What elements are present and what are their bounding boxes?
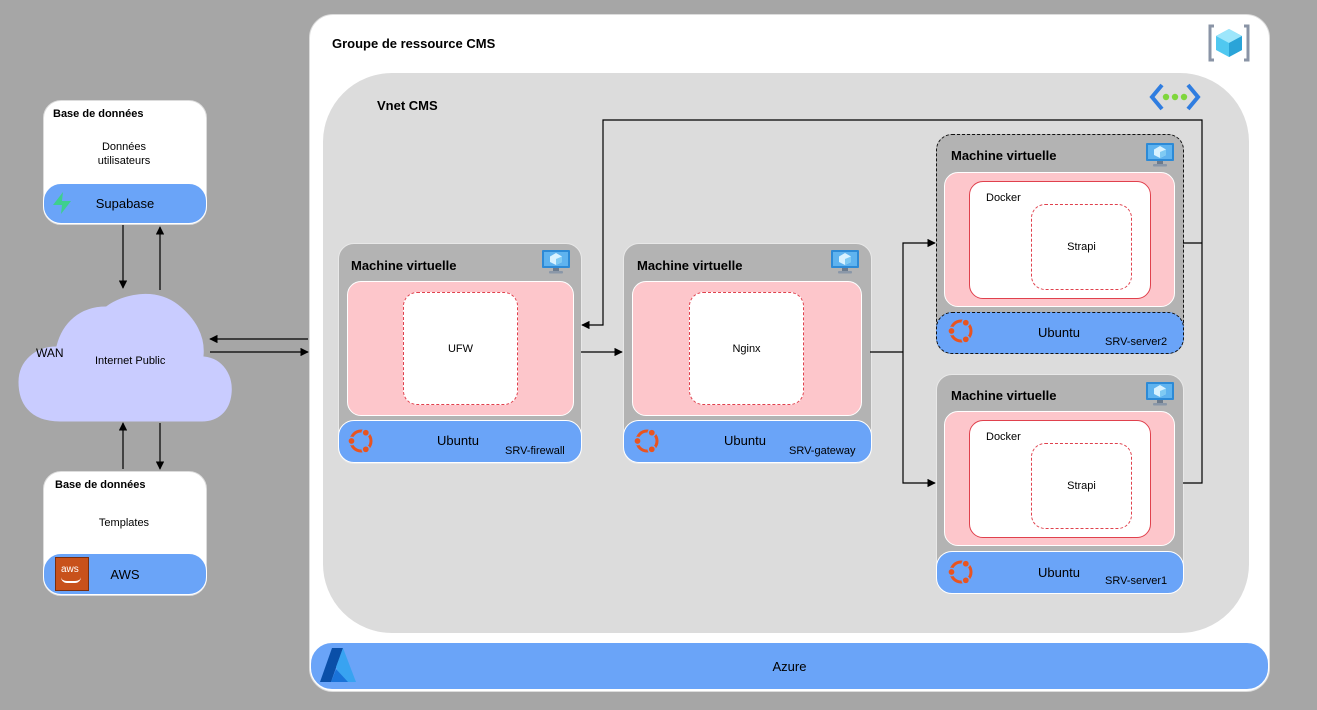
vm-server1-title: Machine virtuelle	[951, 388, 1057, 403]
vm-server1-server-name: SRV-server1	[1105, 575, 1168, 587]
supabase-icon	[53, 192, 71, 214]
db-aws-description: Templates	[98, 517, 150, 529]
docker-label-server1: Docker	[986, 431, 1021, 443]
resource-group-title: Groupe de ressource CMS	[332, 36, 496, 51]
db-aws-title: Base de données	[55, 479, 146, 491]
vm-server1-os-label: Ubuntu	[1038, 565, 1080, 580]
vm-firewall-os-label: Ubuntu	[437, 433, 479, 448]
azure-bar: Azure	[310, 642, 1269, 690]
ubuntu-icon	[947, 559, 973, 585]
vm-gateway-server-name: SRV-gateway	[789, 445, 856, 457]
resource-group-icon	[1208, 24, 1250, 62]
ubuntu-icon	[347, 428, 373, 454]
ubuntu-icon	[947, 318, 973, 344]
virtual-machine-icon	[542, 250, 570, 274]
vm-firewall-title: Machine virtuelle	[351, 258, 457, 273]
strapi-label-server1: Strapi	[1067, 480, 1096, 492]
aws-service-label: AWS	[110, 566, 140, 582]
strapi-box-server2: Strapi	[1031, 204, 1132, 290]
azure-icon	[320, 648, 356, 682]
vm-server2-os-label: Ubuntu	[1038, 325, 1080, 340]
vm-gateway-title: Machine virtuelle	[637, 258, 743, 273]
wan-label: WAN	[36, 346, 64, 360]
vnet-icon	[1149, 83, 1201, 111]
vm-server2-title: Machine virtuelle	[951, 148, 1057, 163]
nginx-label: Nginx	[732, 342, 761, 355]
aws-icon: aws	[55, 557, 89, 591]
azure-label: Azure	[772, 658, 807, 674]
strapi-label-server2: Strapi	[1067, 241, 1096, 253]
vnet-title: Vnet CMS	[377, 98, 438, 113]
ufw-label: UFW	[447, 342, 474, 355]
ufw-box: UFW	[403, 292, 518, 405]
strapi-box-server1: Strapi	[1031, 443, 1132, 529]
docker-label-server2: Docker	[986, 192, 1021, 204]
vm-firewall-server-name: SRV-firewall	[505, 445, 565, 457]
vm-server2-server-name: SRV-server2	[1105, 336, 1168, 348]
virtual-machine-icon	[1146, 143, 1174, 167]
aws-logo-text: aws	[61, 564, 79, 575]
db-supabase-title: Base de données	[53, 108, 144, 120]
vm-gateway-os-label: Ubuntu	[724, 433, 766, 448]
supabase-service-label: Supabase	[95, 196, 155, 211]
db-supabase-description: Données utilisateurs	[97, 141, 151, 167]
internet-public-label: Internet Public	[95, 355, 166, 367]
nginx-box: Nginx	[689, 292, 804, 405]
virtual-machine-icon	[831, 250, 859, 274]
ubuntu-icon	[633, 428, 659, 454]
virtual-machine-icon	[1146, 382, 1174, 406]
